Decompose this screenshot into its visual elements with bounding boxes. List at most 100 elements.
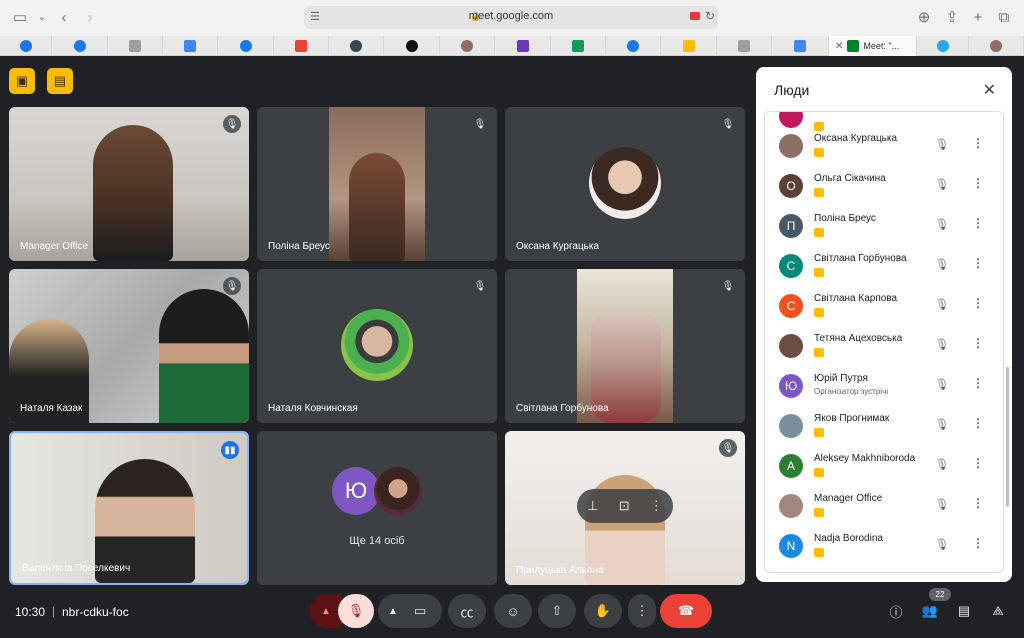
tab-meet-active[interactable]: ✕ Meet: "...: [829, 36, 917, 56]
sidebar-icon[interactable]: ▭: [10, 8, 30, 28]
participant-avatar: П: [779, 214, 803, 238]
participant-name: Прилуцька Альона: [516, 565, 604, 576]
participant-name: Світлана Горбунова: [516, 403, 609, 414]
camera-icon[interactable]: ▭: [414, 603, 426, 619]
participant-row[interactable]: Оксана Кургацька 🎙 ⋮: [765, 126, 1003, 166]
participant-figure: [93, 125, 173, 261]
docs-icon: [184, 40, 196, 52]
tab-generic[interactable]: [717, 36, 772, 56]
captions-button[interactable]: ㏄: [448, 594, 486, 628]
tab-facebook[interactable]: [218, 36, 274, 56]
participant-row[interactable]: N Nadja Borodina 🎙 ⋮: [765, 526, 1003, 566]
chat-button[interactable]: ▤: [951, 598, 977, 624]
participant-tile[interactable]: 🎙 Світлана Горбунова: [505, 269, 745, 423]
mic-off-icon: 🎙: [719, 115, 737, 133]
more-options-icon[interactable]: ⋮: [972, 336, 984, 350]
activities-button[interactable]: ⟁: [985, 598, 1011, 624]
more-options-icon[interactable]: ⋮: [972, 416, 984, 430]
downloads-icon[interactable]: ⊕: [914, 8, 934, 28]
share-icon[interactable]: ⇪: [942, 8, 962, 28]
tab-docs[interactable]: [772, 36, 829, 56]
panel-scrollbar[interactable]: [1006, 367, 1009, 507]
facebook-icon: [627, 40, 639, 52]
back-icon[interactable]: ‹: [54, 8, 74, 28]
participant-tile-speaking[interactable]: ▮▮ Валентина Поселкевич: [9, 431, 249, 585]
tab-telegram[interactable]: [917, 36, 969, 56]
chevron-down-icon[interactable]: ⌄: [32, 8, 52, 28]
more-options-icon[interactable]: ⋮: [972, 136, 984, 150]
participant-row[interactable]: О Ольга Сікачина 🎙 ⋮: [765, 166, 1003, 206]
video-options-chevron-icon[interactable]: ▲: [388, 606, 398, 617]
mic-off-button[interactable]: 🎙: [338, 594, 374, 628]
tab-generic[interactable]: [440, 36, 495, 56]
tab-sheets[interactable]: [551, 36, 606, 56]
more-options-icon[interactable]: ⋮: [972, 216, 984, 230]
more-options-icon[interactable]: ⋮: [972, 536, 984, 550]
participant-row[interactable]: С Світлана Горбунова 🎙 ⋮: [765, 246, 1003, 286]
participant-tile[interactable]: 🎙 Наталя Казак: [9, 269, 249, 423]
more-options-icon[interactable]: ⋮: [972, 296, 984, 310]
tab-generic[interactable]: [329, 36, 384, 56]
more-options-icon[interactable]: ⋮: [972, 496, 984, 510]
participant-row[interactable]: Тетяна Ацеховська 🎙 ⋮: [765, 326, 1003, 366]
more-options-icon[interactable]: ⋮: [650, 498, 663, 514]
tab-drive[interactable]: [661, 36, 717, 56]
more-options-button[interactable]: ⋮: [628, 594, 656, 628]
participant-row[interactable]: Ю Юрій Путря Організатор зустрічі 🎙 ⋮: [765, 366, 1003, 406]
more-participants-tile[interactable]: Ю Ще 14 осіб: [257, 431, 497, 585]
present-button[interactable]: ⇧: [538, 594, 576, 628]
raise-hand-button[interactable]: ✋: [584, 594, 622, 628]
camera-off-badge-icon[interactable]: ▣: [9, 68, 35, 94]
participant-figure: [159, 289, 249, 423]
leave-call-button[interactable]: ☎: [660, 594, 712, 628]
more-options-icon[interactable]: ⋮: [972, 376, 984, 390]
participant-row[interactable]: П Поліна Бреус 🎙 ⋮: [765, 206, 1003, 246]
participant-avatar: [341, 309, 413, 381]
more-options-icon[interactable]: ⋮: [972, 256, 984, 270]
participant-tile[interactable]: 🎙 Оксана Кургацька: [505, 107, 745, 261]
tabs-overview-icon[interactable]: ⧉: [994, 8, 1014, 28]
participant-row[interactable]: A Aleksey Makhniboroda 🎙 ⋮: [765, 446, 1003, 486]
close-icon[interactable]: ✕: [983, 80, 996, 100]
host-badge-icon: [814, 308, 824, 317]
forward-icon[interactable]: ›: [80, 8, 100, 28]
close-tab-icon[interactable]: ✕: [835, 41, 843, 52]
participant-avatar: [374, 467, 422, 515]
reactions-button[interactable]: ☺: [494, 594, 532, 628]
tab-facebook[interactable]: [606, 36, 661, 56]
camera-in-use-icon[interactable]: [690, 12, 700, 20]
participant-tile[interactable]: 🎙 Наталя Ковчинская: [257, 269, 497, 423]
new-tab-icon[interactable]: +: [968, 8, 988, 28]
participant-row[interactable]: Manager Office 🎙 ⋮: [765, 486, 1003, 526]
pin-icon[interactable]: ⊥: [587, 498, 598, 514]
meeting-details-button[interactable]: ⓘ: [883, 598, 909, 624]
tab-facebook[interactable]: [52, 36, 108, 56]
frame-person-icon[interactable]: ⊡: [619, 498, 630, 514]
more-options-icon[interactable]: ⋮: [972, 176, 984, 190]
address-bar[interactable]: ☰ 🔒 meet.google.com ↻: [304, 6, 718, 29]
tab-chatgpt[interactable]: [384, 36, 440, 56]
tab-facebook[interactable]: [0, 36, 52, 56]
mic-off-icon: 🎙: [935, 219, 949, 231]
tab-forms[interactable]: [495, 36, 551, 56]
participant-tile[interactable]: 🎙 Поліна Бреус: [257, 107, 497, 261]
participant-row[interactable]: Яков Прогнимак 🎙 ⋮: [765, 406, 1003, 446]
tile-hover-controls: ⊥ ⊡ ⋮: [577, 489, 673, 523]
tab-gmail[interactable]: [274, 36, 329, 56]
tab-generic[interactable]: [108, 36, 163, 56]
participant-tile[interactable]: 🎙 Manager Office: [9, 107, 249, 261]
meeting-time: 10:30: [15, 605, 46, 619]
url-text: meet.google.com: [468, 10, 554, 22]
hand-icon: ✋: [594, 603, 612, 618]
more-options-icon[interactable]: ⋮: [972, 456, 984, 470]
participant-row[interactable]: С Світлана Карпова 🎙 ⋮: [765, 286, 1003, 326]
participant-avatar: [779, 334, 803, 358]
tab-generic[interactable]: [969, 36, 1024, 56]
host-controls-icon[interactable]: ▤: [47, 68, 73, 94]
participant-list: Оксана Кургацька 🎙 ⋮ О Ольга Сікачина 🎙 …: [764, 111, 1004, 573]
participant-tile[interactable]: 🎙 ⊥ ⊡ ⋮ Прилуцька Альона: [505, 431, 745, 585]
tab-docs[interactable]: [163, 36, 218, 56]
people-button[interactable]: 👥: [917, 598, 943, 624]
participant-name: Manager Office: [814, 493, 883, 504]
reload-icon[interactable]: ↻: [705, 9, 715, 23]
